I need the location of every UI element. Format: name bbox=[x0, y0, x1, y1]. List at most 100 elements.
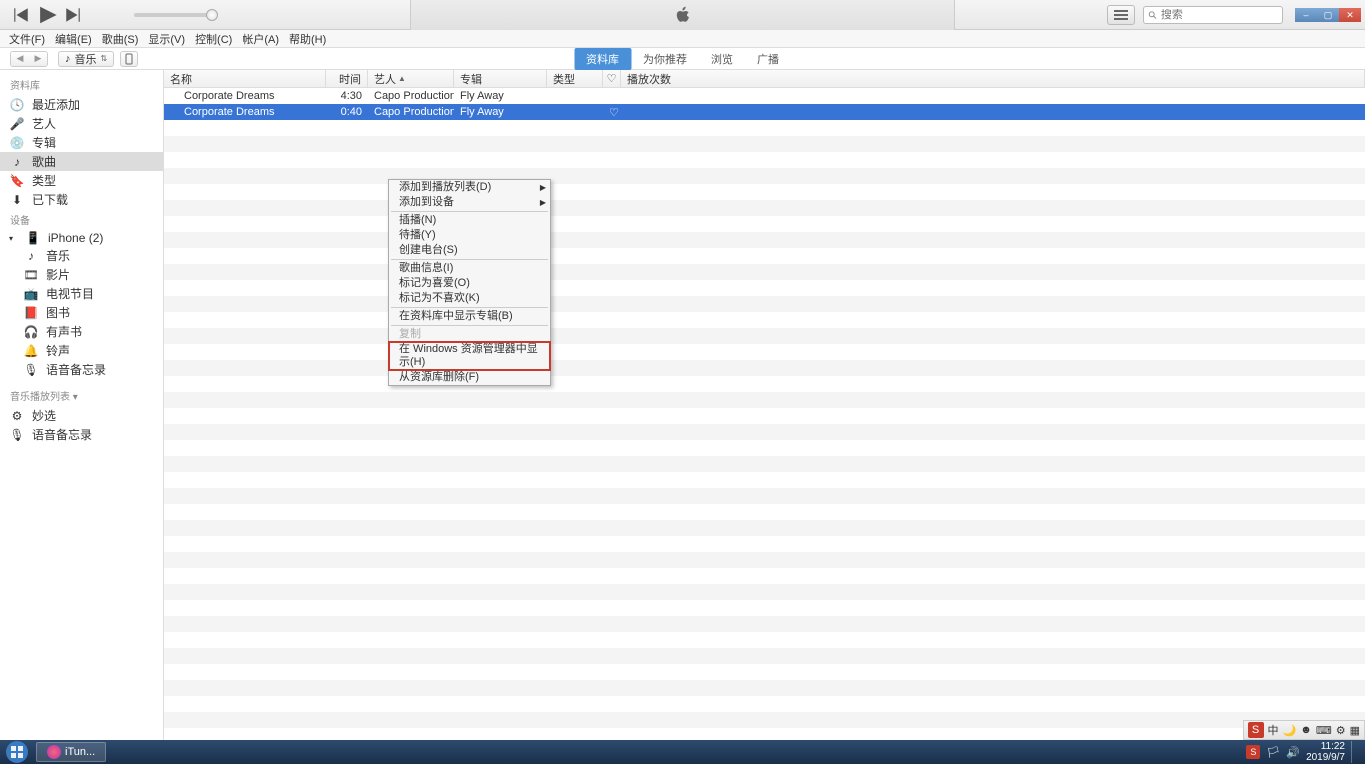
sidebar-item-genres[interactable]: 🔖类型 bbox=[0, 171, 163, 190]
gear-icon: ⚙ bbox=[10, 409, 24, 423]
sidebar-item-label: 语音备忘录 bbox=[32, 426, 92, 443]
context-menu-item[interactable]: 创建电台(S) bbox=[389, 243, 550, 258]
ime-keyboard-icon[interactable]: ⌨ bbox=[1316, 724, 1332, 737]
sidebar-item-artists[interactable]: 🎤艺人 bbox=[0, 114, 163, 133]
track-row[interactable]: Corporate Dreams0:40Capo ProductionsFly … bbox=[164, 104, 1365, 120]
sidebar-item-movies[interactable]: 🎞影片 bbox=[0, 265, 163, 284]
track-row bbox=[164, 504, 1365, 520]
tray-speaker-icon[interactable]: 🔊 bbox=[1286, 746, 1300, 759]
tab-library[interactable]: 资料库 bbox=[574, 48, 631, 70]
context-menu-item[interactable]: 在 Windows 资源管理器中显示(H) bbox=[389, 342, 550, 370]
view-tabs: 资料库 为你推荐 浏览 广播 bbox=[574, 48, 791, 70]
ime-moon-icon[interactable]: 🌙 bbox=[1283, 724, 1297, 737]
column-plays[interactable]: 播放次数 bbox=[621, 70, 1365, 87]
close-button[interactable]: ✕ bbox=[1339, 8, 1361, 22]
taskbar-app-itunes[interactable]: iTun... bbox=[36, 742, 106, 762]
ime-mode-label[interactable]: 中 bbox=[1268, 722, 1279, 738]
track-artist: Capo Productions bbox=[368, 106, 454, 118]
menu-song[interactable]: 歌曲(S) bbox=[97, 31, 144, 47]
column-album[interactable]: 专辑 bbox=[454, 70, 547, 87]
volume-slider[interactable] bbox=[134, 13, 214, 17]
tab-browse[interactable]: 浏览 bbox=[699, 48, 745, 70]
sidebar-item-iphone[interactable]: ▾📱iPhone (2) bbox=[0, 230, 163, 246]
column-artist[interactable]: 艺人▲ bbox=[368, 70, 454, 87]
tv-icon: 📺 bbox=[24, 287, 38, 301]
sidebar-item-books[interactable]: 📕图书 bbox=[0, 303, 163, 322]
nav-forward-button[interactable]: ▶ bbox=[29, 52, 47, 66]
column-headers: 名称 时间 艺人▲ 专辑 类型 ♡ 播放次数 bbox=[164, 70, 1365, 88]
nav-back-button[interactable]: ◀ bbox=[11, 52, 29, 66]
ime-smile-icon[interactable]: ☻ bbox=[1300, 724, 1312, 736]
tray-clock[interactable]: 11:22 2019/9/7 bbox=[1306, 741, 1345, 763]
column-heart[interactable]: ♡ bbox=[603, 70, 621, 87]
volume-thumb[interactable] bbox=[206, 9, 218, 21]
context-menu-item[interactable]: 添加到播放列表(D)▶ bbox=[389, 180, 550, 195]
next-button[interactable] bbox=[64, 6, 82, 24]
track-row bbox=[164, 328, 1365, 344]
ime-logo-icon[interactable]: S bbox=[1248, 722, 1264, 738]
column-time[interactable]: 时间 bbox=[326, 70, 368, 87]
list-view-button[interactable] bbox=[1107, 5, 1135, 25]
sidebar-item-albums[interactable]: 💿专辑 bbox=[0, 133, 163, 152]
sidebar-item-voice-memos2[interactable]: 🎙语音备忘录 bbox=[0, 425, 163, 444]
window-buttons: – ▢ ✕ bbox=[1295, 8, 1361, 22]
menu-help[interactable]: 帮助(H) bbox=[284, 31, 331, 47]
sidebar-item-ringtones[interactable]: 🔔铃声 bbox=[0, 341, 163, 360]
context-menu-item[interactable]: 歌曲信息(I) bbox=[389, 261, 550, 276]
sidebar-item-downloaded[interactable]: ⬇已下载 bbox=[0, 190, 163, 209]
menu-view[interactable]: 显示(V) bbox=[143, 31, 190, 47]
track-row bbox=[164, 632, 1365, 648]
ime-gear-icon[interactable]: ⚙ bbox=[1336, 724, 1346, 737]
tab-for-you[interactable]: 为你推荐 bbox=[631, 48, 699, 70]
menu-file[interactable]: 文件(F) bbox=[4, 31, 50, 47]
context-menu-item: 复制 bbox=[389, 327, 550, 342]
sidebar-item-label: 艺人 bbox=[32, 115, 56, 132]
sidebar-item-tv[interactable]: 📺电视节目 bbox=[0, 284, 163, 303]
track-album: Fly Away bbox=[454, 106, 547, 118]
track-list: Corporate Dreams4:30Capo ProductionsFly … bbox=[164, 88, 1365, 740]
track-heart[interactable]: ♡ bbox=[603, 106, 621, 119]
track-row[interactable]: Corporate Dreams4:30Capo ProductionsFly … bbox=[164, 88, 1365, 104]
column-genre[interactable]: 类型 bbox=[547, 70, 603, 87]
context-menu-item[interactable]: 从资源库删除(F) bbox=[389, 370, 550, 385]
ime-menu-icon[interactable]: ▦ bbox=[1350, 724, 1360, 737]
play-button[interactable] bbox=[36, 4, 58, 26]
start-button[interactable] bbox=[0, 740, 34, 764]
sidebar-item-voice-memos[interactable]: 🎙语音备忘录 bbox=[0, 360, 163, 379]
context-menu-item[interactable]: 待播(Y) bbox=[389, 228, 550, 243]
device-button[interactable] bbox=[120, 51, 138, 67]
tray-ime-icon[interactable]: S bbox=[1246, 745, 1260, 759]
context-menu-item[interactable]: 插播(N) bbox=[389, 213, 550, 228]
track-row bbox=[164, 456, 1365, 472]
context-menu-item[interactable]: 标记为喜爱(O) bbox=[389, 276, 550, 291]
column-name[interactable]: 名称 bbox=[164, 70, 326, 87]
menu-account[interactable]: 帐户(A) bbox=[237, 31, 284, 47]
search-box[interactable] bbox=[1143, 6, 1283, 24]
track-row bbox=[164, 280, 1365, 296]
sidebar-item-genius[interactable]: ⚙妙选 bbox=[0, 406, 163, 425]
sidebar-item-label: 类型 bbox=[32, 172, 56, 189]
sidebar-item-music[interactable]: ♪音乐 bbox=[0, 246, 163, 265]
sidebar-item-recent[interactable]: 🕓最近添加 bbox=[0, 95, 163, 114]
search-input[interactable] bbox=[1161, 9, 1278, 21]
sidebar-item-label: iPhone (2) bbox=[48, 231, 103, 245]
media-type-select[interactable]: ♪ 音乐 ⇅ bbox=[58, 51, 114, 67]
menu-edit[interactable]: 编辑(E) bbox=[50, 31, 97, 47]
context-menu-item[interactable]: 添加到设备▶ bbox=[389, 195, 550, 210]
tab-radio[interactable]: 广播 bbox=[745, 48, 791, 70]
ime-bar[interactable]: S 中 🌙 ☻ ⌨ ⚙ ▦ bbox=[1243, 720, 1365, 740]
sidebar-item-audiobooks[interactable]: 🎧有声书 bbox=[0, 322, 163, 341]
tray-flag-icon[interactable]: 🏳 bbox=[1266, 746, 1280, 759]
maximize-button[interactable]: ▢ bbox=[1317, 8, 1339, 22]
menu-control[interactable]: 控制(C) bbox=[190, 31, 237, 47]
submenu-arrow-icon: ▶ bbox=[540, 196, 546, 209]
context-menu-item[interactable]: 标记为不喜欢(K) bbox=[389, 291, 550, 306]
previous-button[interactable] bbox=[12, 6, 30, 24]
minimize-button[interactable]: – bbox=[1295, 8, 1317, 22]
track-row bbox=[164, 616, 1365, 632]
show-desktop-button[interactable] bbox=[1351, 741, 1359, 763]
sidebar-item-songs[interactable]: ♪歌曲 bbox=[0, 152, 163, 171]
track-album: Fly Away bbox=[454, 90, 547, 102]
sidebar-header-playlists[interactable]: 音乐播放列表 ▾ bbox=[0, 385, 163, 406]
context-menu-item[interactable]: 在资料库中显示专辑(B) bbox=[389, 309, 550, 324]
